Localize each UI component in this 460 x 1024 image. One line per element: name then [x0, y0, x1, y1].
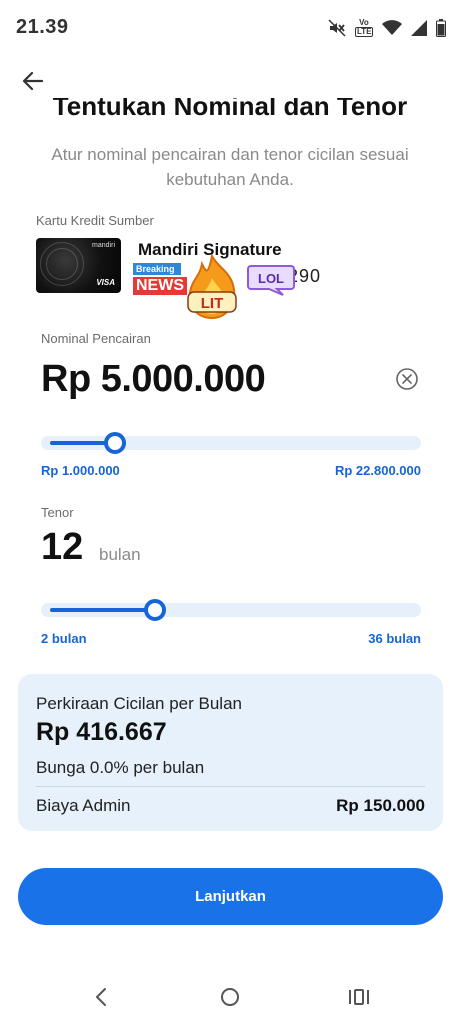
nav-recents-icon [349, 989, 369, 1005]
page-title: Tentukan Nominal dan Tenor [0, 98, 460, 128]
news-sticker-bottom: NEWS [132, 276, 188, 296]
wifi-icon [382, 20, 402, 35]
status-bar: 21.39 Vo LTE [0, 0, 460, 56]
summary-divider [36, 786, 425, 787]
admin-fee-label: Biaya Admin [36, 796, 131, 815]
back-button[interactable] [18, 66, 48, 96]
page-title-text: Tentukan Nominal dan Tenor [52, 98, 408, 121]
nav-back-icon [96, 988, 106, 1006]
nominal-slider-min: Rp 1.000.000 [41, 463, 120, 478]
credit-card-image: mandiri VISA [36, 238, 121, 293]
nav-home-button[interactable] [217, 986, 243, 1008]
slider-thumb[interactable] [143, 599, 166, 621]
lol-sticker: LOL [247, 264, 295, 296]
installment-summary-card: Perkiraan Cicilan per Bulan Rp 416.667 B… [18, 674, 443, 831]
mute-icon [328, 19, 346, 37]
card-network-text: VISA [96, 278, 115, 287]
admin-fee-value: Rp 150.000 [336, 796, 425, 815]
continue-button[interactable]: Lanjutkan [18, 868, 443, 925]
nominal-label: Nominal Pencairan [41, 331, 151, 346]
clear-circle-icon [396, 368, 418, 390]
signal-icon [411, 20, 427, 36]
system-nav-bar [0, 972, 460, 1024]
page-subtitle: Atur nominal pencairan dan tenor cicilan… [51, 145, 409, 189]
battery-icon [436, 19, 446, 37]
volte-icon: Vo LTE [355, 19, 373, 37]
tenor-label: Tenor [41, 505, 74, 520]
summary-amount: Rp 416.667 [36, 718, 167, 746]
fire-icon: LIT [187, 252, 237, 320]
volte-bottom-text: LTE [355, 27, 373, 37]
breaking-news-sticker: Breaking NEWS [132, 262, 188, 298]
slider-thumb[interactable] [104, 432, 127, 454]
tenor-slider-max: 36 bulan [368, 631, 421, 646]
news-sticker-top: Breaking [132, 262, 182, 276]
clear-amount-button[interactable] [396, 368, 418, 390]
nav-home-icon [221, 988, 239, 1006]
nominal-slider[interactable] [41, 432, 421, 454]
card-decor-ring [46, 248, 78, 280]
nominal-slider-max: Rp 22.800.000 [334, 463, 421, 478]
tenor-slider-min: 2 bulan [41, 631, 87, 646]
card-brand-text: mandiri [92, 242, 115, 249]
slider-fill [50, 608, 155, 612]
nav-recents-button[interactable] [346, 986, 372, 1008]
lol-sticker-text: LOL [258, 271, 284, 286]
source-card-label: Kartu Kredit Sumber [36, 213, 154, 228]
status-time: 21.39 [16, 16, 69, 38]
tenor-value: 12 [41, 526, 84, 568]
tenor-slider[interactable] [41, 599, 421, 621]
nominal-amount-input[interactable]: Rp 5.000.000 [41, 358, 266, 401]
summary-title: Perkiraan Cicilan per Bulan [36, 694, 242, 713]
speech-bubble-icon: LOL [247, 265, 295, 296]
volte-top-text: Vo [359, 18, 369, 27]
arrow-left-icon [22, 71, 44, 91]
lit-sticker-text: LIT [201, 295, 224, 312]
tenor-unit: bulan [99, 545, 141, 564]
lit-fire-sticker: LIT [184, 252, 240, 320]
summary-interest-rate: Bunga 0.0% per bulan [36, 758, 205, 777]
status-icons: Vo LTE [328, 17, 446, 39]
nav-back-button[interactable] [88, 986, 114, 1008]
